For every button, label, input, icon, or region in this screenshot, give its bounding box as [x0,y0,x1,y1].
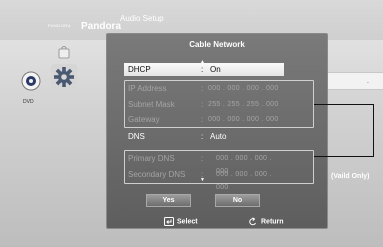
return-hint: Return [248,217,284,226]
callout-line-top [314,104,373,105]
dns-value: Auto [210,132,227,141]
dns-label: DNS [128,132,145,141]
pandora-logo-text: PANDORA [48,23,71,28]
dvd-label: DVD [23,99,34,105]
bag-icon [58,46,70,59]
dns-row[interactable]: DNS : Auto [124,130,284,143]
menu-marker: . [367,78,369,85]
yes-button[interactable]: Yes [146,194,191,207]
return-label: Return [261,218,284,226]
dialog-title: Cable Network [189,40,245,49]
dns-group-frame [124,150,314,184]
colon: : [201,65,204,74]
scroll-down-icon[interactable]: ▼ [200,177,205,183]
audio-setup-label: Audio Setup [120,14,164,23]
pandora-menu-item[interactable]: Pandora [81,21,121,32]
gear-icon[interactable] [51,64,77,90]
select-hint: Select [164,217,198,226]
select-label: Select [177,218,198,226]
callout-note: (Vaild Only) [331,173,370,180]
callout-line-vertical [373,104,374,156]
dhcp-row[interactable]: DHCP : On [124,63,284,76]
enter-icon [164,217,174,226]
colon: : [201,132,204,141]
disc-icon[interactable] [21,71,41,91]
dhcp-label: DHCP [128,65,151,74]
return-icon [249,217,256,226]
no-button[interactable]: No [215,194,260,207]
dhcp-value: On [210,65,221,74]
tv-screen: PANDORA Pandora Audio Setup DVD . Cable … [0,0,383,247]
callout-line-bottom [314,156,374,157]
ip-group-frame [124,80,314,128]
